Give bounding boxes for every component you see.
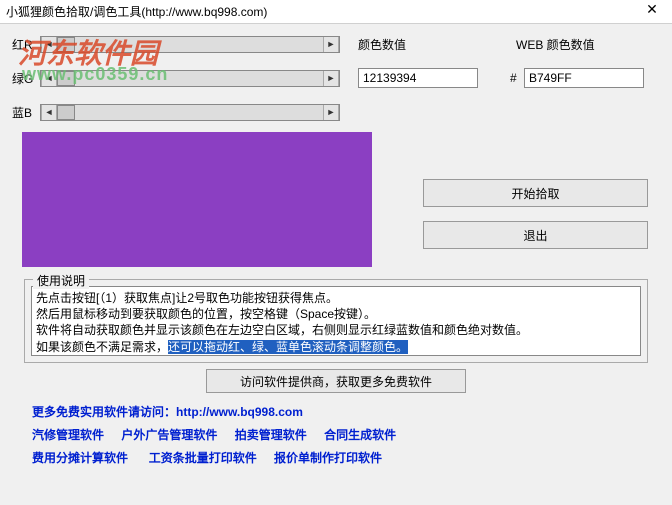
close-icon[interactable]: ✕ <box>632 0 672 20</box>
instr-line: 然后用鼠标移动到要获取颜色的位置，按空格键（Space按键）。 <box>36 306 636 322</box>
links-row: 汽修管理软件 户外广告管理软件 拍卖管理软件 合同生成软件 <box>32 424 640 447</box>
green-label: 绿G <box>12 70 40 87</box>
link-item[interactable]: 工资条批量打印软件 <box>149 451 257 465</box>
instr-line: 如果该颜色不满足需求，还可以拖动红、绿、蓝单色滚动条调整颜色。 <box>36 339 636 355</box>
link-item[interactable]: 户外广告管理软件 <box>121 428 217 442</box>
arrow-right-icon[interactable]: ► <box>323 71 339 86</box>
links-row: 更多免费实用软件请访问：http://www.bq998.com <box>32 401 640 424</box>
hash-label: # <box>510 71 520 85</box>
start-pick-button[interactable]: 开始拾取 <box>423 179 648 207</box>
red-label: 红R <box>12 36 40 53</box>
links-block: 更多免费实用软件请访问：http://www.bq998.com 汽修管理软件 … <box>12 401 660 469</box>
green-slider[interactable]: ◄ ► <box>40 70 340 87</box>
arrow-left-icon[interactable]: ◄ <box>41 71 57 86</box>
color-value-label: 颜色数值 <box>358 36 406 53</box>
titlebar: 小狐狸颜色拾取/调色工具(http://www.bq998.com) ✕ <box>0 0 672 24</box>
instructions-group: 使用说明 先点击按钮[（1）获取焦点]让2号取色功能按钮获得焦点。 然后用鼠标移… <box>24 279 648 363</box>
arrow-right-icon[interactable]: ► <box>323 105 339 120</box>
link-item[interactable]: 合同生成软件 <box>324 428 396 442</box>
web-color-label: WEB 颜色数值 <box>516 36 595 53</box>
red-slider[interactable]: ◄ ► <box>40 36 340 53</box>
window-title: 小狐狸颜色拾取/调色工具(http://www.bq998.com) <box>6 3 666 20</box>
link-item[interactable]: 汽修管理软件 <box>32 428 104 442</box>
web-color-input[interactable] <box>524 68 644 88</box>
color-preview <box>22 132 372 267</box>
link-item[interactable]: 拍卖管理软件 <box>235 428 307 442</box>
vendor-url-link[interactable]: http://www.bq998.com <box>176 405 303 419</box>
arrow-right-icon[interactable]: ► <box>323 37 339 52</box>
exit-button[interactable]: 退出 <box>423 221 648 249</box>
instructions-text[interactable]: 先点击按钮[（1）获取焦点]让2号取色功能按钮获得焦点。 然后用鼠标移动到要获取… <box>31 286 641 356</box>
instr-line: 软件将自动获取颜色并显示该颜色在左边空白区域，右侧则显示红绿蓝数值和颜色绝对数值… <box>36 322 636 338</box>
arrow-left-icon[interactable]: ◄ <box>41 37 57 52</box>
link-item[interactable]: 费用分摊计算软件 <box>32 451 128 465</box>
selected-text: 还可以拖动红、绿、蓝单色滚动条调整颜色。 <box>168 340 408 354</box>
color-value-input[interactable] <box>358 68 478 88</box>
instr-line: 先点击按钮[（1）获取焦点]让2号取色功能按钮获得焦点。 <box>36 290 636 306</box>
instructions-legend: 使用说明 <box>33 272 89 289</box>
arrow-left-icon[interactable]: ◄ <box>41 105 57 120</box>
links-row: 费用分摊计算软件 工资条批量打印软件 报价单制作打印软件 <box>32 447 640 470</box>
blue-slider[interactable]: ◄ ► <box>40 104 340 121</box>
link-item[interactable]: 报价单制作打印软件 <box>274 451 382 465</box>
content-area: 河东软件园 www.pc0359.cn 红R ◄ ► 颜色数值 WEB 颜色数值… <box>0 24 672 477</box>
blue-label: 蓝B <box>12 104 40 121</box>
visit-vendor-button[interactable]: 访问软件提供商，获取更多免费软件 <box>206 369 466 393</box>
